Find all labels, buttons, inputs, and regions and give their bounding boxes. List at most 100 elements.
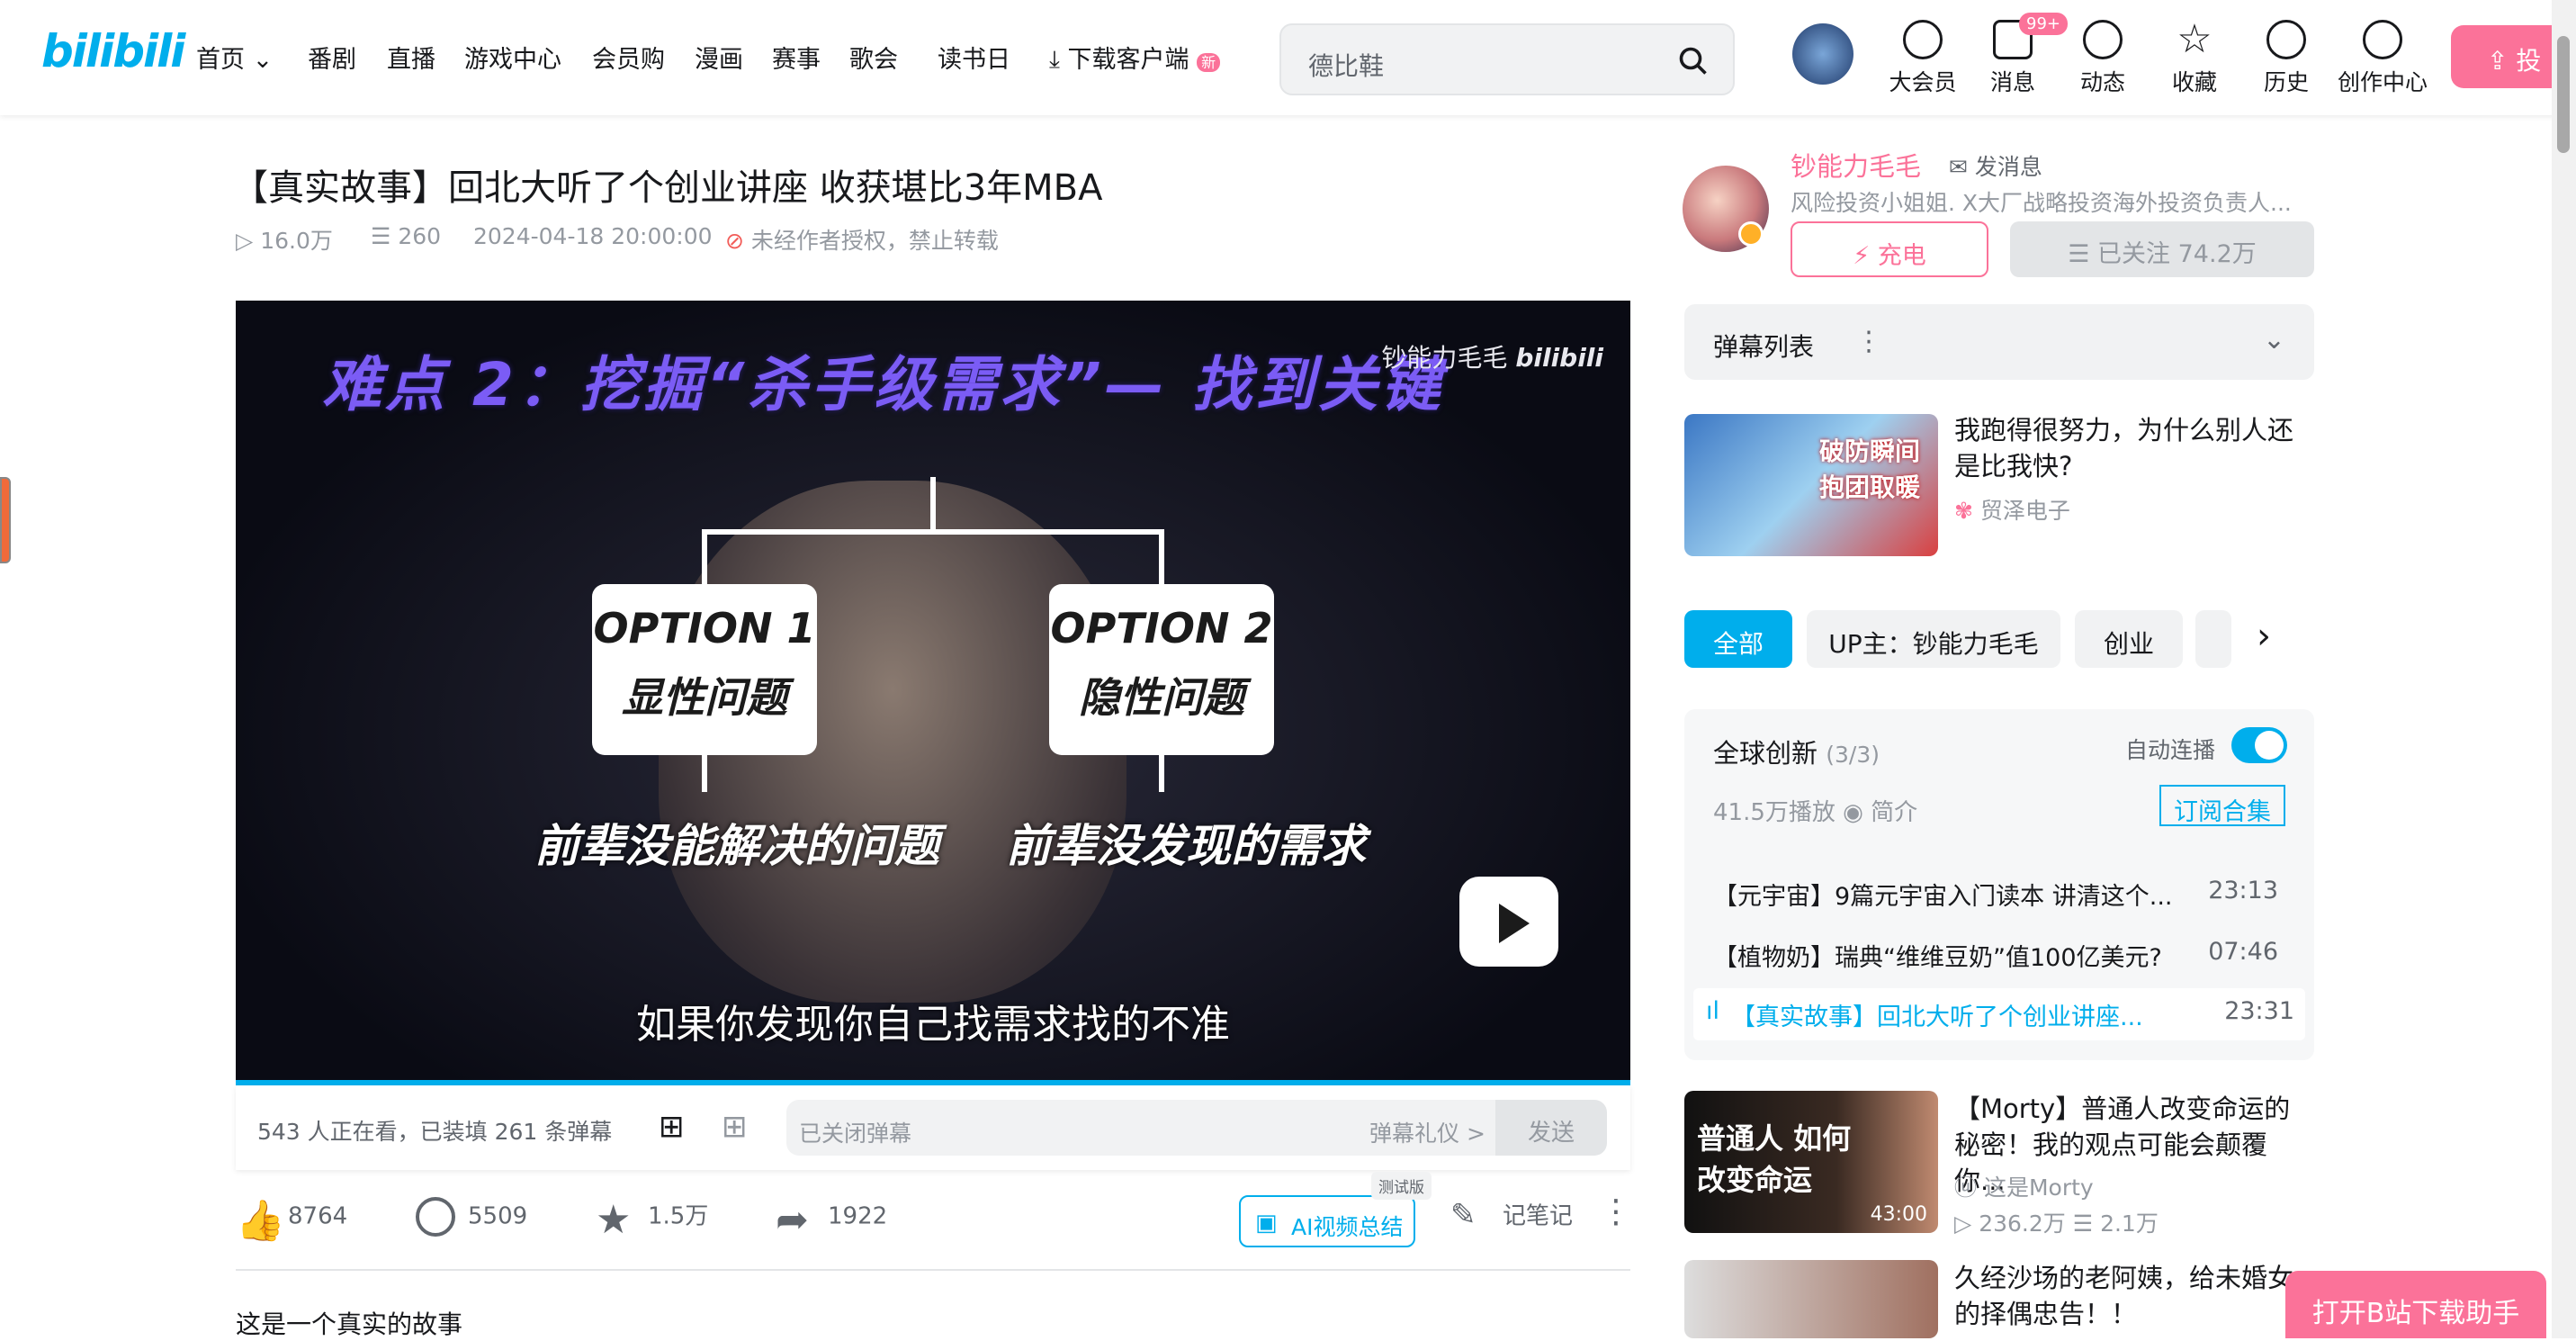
danmaku-settings-icon[interactable]: ⊞ xyxy=(722,1109,748,1145)
tab-startup[interactable]: 创业 xyxy=(2075,610,2183,668)
danmaku-count: ☰ 260 xyxy=(371,223,442,249)
notes-icon: ✎ xyxy=(1450,1197,1476,1233)
header-history[interactable]: 历史 xyxy=(2246,20,2327,97)
lightning-badge-icon xyxy=(1738,221,1764,247)
open-app-button[interactable]: 打开B站下载助手 xyxy=(2285,1271,2546,1338)
video-player[interactable]: 难点 2：挖掘“杀手级需求”— 找到关键 钞能力毛毛 bilibili OPTI… xyxy=(236,301,1630,1085)
search-input[interactable]: 德比鞋 xyxy=(1308,47,1384,83)
nav-match[interactable]: 赛事 xyxy=(772,40,821,75)
ai-summary-button[interactable]: ▣ AI视频总结 xyxy=(1239,1195,1415,1247)
nav-download-client[interactable]: ⤓ 下载客户端 新 xyxy=(1049,40,1221,75)
recommend-thumbnail[interactable]: 破防瞬间 抱团取暖 xyxy=(1684,414,1938,556)
uploader-name[interactable]: 钞能力毛毛 xyxy=(1791,146,1921,184)
forbidden-icon: ⊘ xyxy=(725,228,751,254)
collection-plays: 41.5万播放 ◉ 简介 xyxy=(1713,799,1918,826)
recommend-title[interactable]: 我跑得很努力，为什么别人还是比我快? xyxy=(1954,412,2314,484)
bulb-icon xyxy=(2363,20,2402,59)
episode-item[interactable]: 【植物奶】瑞典“维维豆奶”值100亿美元? 07:46 xyxy=(1713,938,2289,973)
bilibili-logo[interactable]: bilibili xyxy=(41,25,185,77)
like-button[interactable]: 👍 8764 xyxy=(236,1197,347,1244)
header-dynamic[interactable]: 动态 xyxy=(2062,20,2143,97)
danmaku-input[interactable]: 已关闭弹幕 弹幕礼仪 > xyxy=(786,1100,1524,1156)
send-danmaku-button[interactable]: 发送 xyxy=(1495,1100,1607,1156)
nav-mall[interactable]: 会员购 xyxy=(592,40,665,75)
copyright-notice: ⊘ 未经作者授权，禁止转载 xyxy=(725,228,999,254)
send-message-link[interactable]: ✉ 发消息 xyxy=(1949,149,2042,182)
nav-live[interactable]: 直播 xyxy=(387,40,435,75)
chevron-down-icon[interactable]: ⌄ xyxy=(2263,324,2285,356)
play-icon: ▷ xyxy=(1954,1210,1979,1237)
nav-home[interactable]: 首页 ⌄ xyxy=(196,40,273,75)
upload-icon: ⇪ xyxy=(2487,46,2517,76)
autoplay-toggle[interactable] xyxy=(2231,727,2287,763)
more-icon[interactable]: ⋮ xyxy=(1600,1193,1632,1230)
chevron-right-icon[interactable]: › xyxy=(2257,616,2271,657)
nav-reading-day[interactable]: 读书日 xyxy=(938,40,1010,75)
search-box[interactable]: 德比鞋 xyxy=(1279,23,1735,95)
charge-button[interactable]: ⚡ 充电 xyxy=(1791,221,1988,277)
bilibili-tv-icon[interactable] xyxy=(1459,877,1558,967)
tree-line xyxy=(930,477,936,531)
publish-date: 2024-04-18 20:00:00 xyxy=(473,223,713,249)
star-icon: ★ xyxy=(596,1197,632,1243)
header-vip[interactable]: 大会员 xyxy=(1882,20,1963,97)
collection-panel: 全球创新 (3/3) 自动连播 41.5万播放 ◉ 简介 订阅合集 【元宇宙】9… xyxy=(1684,709,2314,1060)
thumb-up-icon: 👍 xyxy=(236,1198,285,1244)
tab-uploader[interactable]: UP主：钞能力毛毛 xyxy=(1807,610,2060,668)
episode-item-active[interactable]: ıl 【真实故事】回北大听了个创业讲座... 23:31 xyxy=(1693,988,2305,1040)
recommend-author[interactable]: ✾ 贸泽电子 xyxy=(1954,493,2070,526)
notes-button[interactable]: ✎ 记笔记 xyxy=(1450,1197,1573,1237)
favorite-button[interactable]: ★ 1.5万 xyxy=(596,1197,708,1243)
collection-title: 全球创新 (3/3) xyxy=(1713,738,1880,769)
option1-box: OPTION 1 显性问题 xyxy=(592,584,817,755)
danmaku-toggle-icon[interactable]: ⊞ xyxy=(659,1109,685,1145)
recommend-thumbnail[interactable]: 普通人 如何改变命运 43:00 xyxy=(1684,1091,1938,1233)
view-count: ▷ 16.0万 xyxy=(236,228,333,254)
nav-bangumi[interactable]: 番剧 xyxy=(308,40,356,75)
beta-badge: 测试版 xyxy=(1371,1172,1432,1200)
danmaku-icon: ☰ xyxy=(2072,1210,2101,1237)
autoplay-label: 自动连播 xyxy=(2125,737,2216,763)
tab-all[interactable]: 全部 xyxy=(1684,610,1792,668)
danmaku-list-panel[interactable]: 弹幕列表 ⋮ ⌄ xyxy=(1684,304,2314,380)
recommend-thumbnail[interactable] xyxy=(1684,1260,1938,1338)
header-message[interactable]: 消息 99+ xyxy=(1972,13,2068,97)
download-icon: ⤓ xyxy=(1049,46,1068,74)
uploader-description: 风险投资小姐姐. X大厂战略投资海外投资负责人... xyxy=(1791,190,2292,216)
side-sticker[interactable] xyxy=(0,477,11,563)
scrollbar-thumb[interactable] xyxy=(2557,36,2570,153)
subscribe-collection-button[interactable]: 订阅合集 xyxy=(2159,785,2285,826)
dynamic-icon xyxy=(2083,20,2123,59)
episode-item[interactable]: 【元宇宙】9篇元宇宙入门读本 讲清这个... 23:13 xyxy=(1713,877,2289,912)
pinwheel-icon: ✾ xyxy=(1954,498,1980,524)
coin-button[interactable]: 5509 xyxy=(416,1197,527,1237)
share-button[interactable]: ➦ 1922 xyxy=(776,1197,887,1243)
divider xyxy=(236,1269,1630,1271)
nav-concert[interactable]: 歌会 xyxy=(849,40,898,75)
danmaku-etiquette-link[interactable]: 弹幕礼仪 > xyxy=(1369,1116,1485,1148)
recommend-title[interactable]: 久经沙场的老阿姨，给未婚女的择偶忠告！！ xyxy=(1954,1260,2314,1332)
mail-icon: ✉ xyxy=(1949,154,1975,180)
recommend-stats: ▷ 236.2万 ☰ 2.1万 xyxy=(1954,1210,2159,1237)
new-badge: 新 xyxy=(1197,53,1221,72)
play-icon: ▷ xyxy=(236,228,261,254)
star-icon: ☆ xyxy=(2177,16,2212,62)
scrollbar[interactable] xyxy=(2552,0,2576,1338)
recommend-author[interactable]: ⓤ 这是Morty xyxy=(1954,1170,2094,1202)
more-icon[interactable]: ⋮ xyxy=(1855,326,1882,357)
tree-line xyxy=(702,529,707,587)
user-avatar[interactable] xyxy=(1792,23,1853,85)
nav-manga[interactable]: 漫画 xyxy=(695,40,743,75)
danmaku-bar: 543 人正在看，已装填 261 条弹幕 ⊞ ⊞ 已关闭弹幕 弹幕礼仪 > 发送 xyxy=(236,1085,1630,1170)
video-title: 【真实故事】回北大听了个创业讲座 收获堪比3年MBA xyxy=(232,167,1103,209)
tree-line xyxy=(702,529,1164,535)
header-favorites[interactable]: ☆ 收藏 xyxy=(2154,20,2235,97)
search-icon[interactable] xyxy=(1677,45,1710,77)
subtitle-right: 前辈没发现的需求 xyxy=(1006,820,1366,872)
followed-button[interactable]: ☰ 已关注 74.2万 xyxy=(2010,221,2314,277)
danmaku-icon: ☰ xyxy=(371,223,399,249)
header-creator-center[interactable]: 创作中心 xyxy=(2336,20,2429,97)
tab-more[interactable] xyxy=(2195,610,2231,668)
nav-game-center[interactable]: 游戏中心 xyxy=(464,40,561,75)
coin-icon xyxy=(416,1197,455,1237)
